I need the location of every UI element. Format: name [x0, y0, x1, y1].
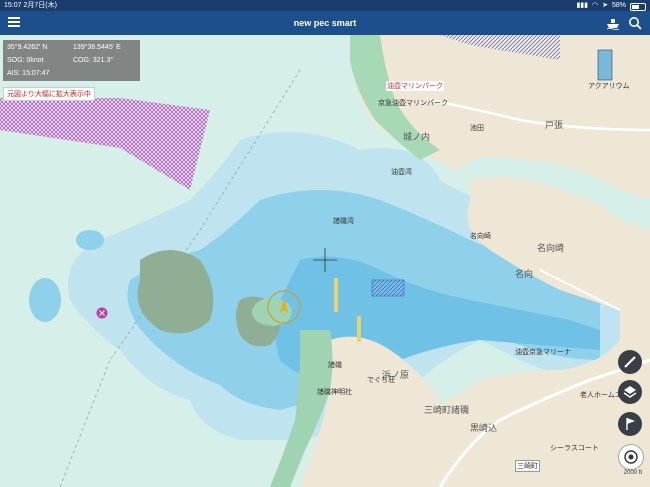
nav-bar: new pec smart — [0, 11, 650, 35]
marina-docks — [597, 49, 613, 81]
status-time: 15:07 — [4, 2, 22, 9]
place-label: 諸磯 — [328, 362, 342, 369]
search-button[interactable] — [628, 16, 642, 30]
place-label: 名向崎 — [537, 243, 565, 253]
battery-fill — [632, 4, 639, 9]
place-label: 諸磯湾 — [333, 218, 354, 225]
position-info-panel: 35°9.4262' N 139°36.5445' E SOG: 0knot C… — [3, 40, 140, 81]
place-label: 京急油壺マリンパーク — [378, 100, 448, 107]
nautical-map[interactable]: 油壺マリンパーク 京急油壺マリンパーク 城ノ内 戸張 油壺湾 諸磯湾 名向崎 名… — [0, 35, 650, 487]
waypoint-marker-icon — [96, 307, 108, 319]
status-bar: 15:07 2月7日(木) ▮▮▮ ◠ ➤ 58% — [0, 0, 650, 11]
flag-icon — [626, 418, 635, 430]
location-icon: ➤ — [602, 2, 608, 9]
place-label: シーラスコート — [550, 445, 599, 452]
search-icon — [629, 17, 642, 30]
layers-icon — [623, 386, 637, 398]
locate-button[interactable] — [618, 444, 644, 470]
pier-2 — [357, 316, 361, 342]
ais-time: AIS: 15:07:47 — [7, 70, 50, 77]
locate-icon — [624, 450, 638, 464]
wifi-icon: ◠ — [592, 2, 599, 9]
restricted-area-blue — [371, 279, 405, 297]
layers-button[interactable] — [618, 380, 642, 404]
place-label: 池田 — [470, 125, 484, 132]
status-right: ▮▮▮ ◠ ➤ 58% — [576, 0, 646, 11]
place-label: 三崎町 — [515, 460, 540, 472]
islet-w — [76, 230, 104, 250]
ruler-icon — [624, 356, 636, 368]
place-label: 三崎町諸磯 — [424, 405, 470, 415]
app-title: new pec smart — [293, 18, 357, 28]
place-label: 名向崎 — [470, 233, 491, 240]
status-date: 2月7日(木) — [23, 2, 57, 9]
sog-value: SOG: 0knot — [7, 57, 44, 64]
map-canvas[interactable] — [0, 35, 650, 487]
place-label: アクアリウム — [588, 83, 630, 90]
zoom-notice: 元図より大幅に拡大表示中 — [3, 87, 95, 101]
place-label: 油壺マリンパーク — [386, 81, 444, 91]
place-label: でぐち荘 — [367, 377, 396, 384]
pier-1 — [334, 278, 338, 312]
place-label: 油壺湾 — [391, 169, 412, 176]
place-label: 城ノ内 — [403, 132, 431, 142]
ruler-button[interactable] — [618, 350, 642, 374]
ship-button[interactable] — [606, 17, 620, 30]
status-time-date: 15:07 2月7日(木) — [4, 0, 57, 11]
islet-sw — [29, 278, 61, 322]
longitude-value: 139°36.5445' E — [73, 44, 121, 51]
battery-icon — [630, 2, 646, 11]
place-label: 戸張 — [545, 120, 564, 130]
waypoint-button[interactable] — [618, 412, 642, 436]
place-label: 名向 — [515, 269, 534, 279]
island-center — [252, 298, 292, 326]
cog-value: COG: 321.3° — [73, 57, 114, 64]
place-label: 諸磯神明社 — [317, 389, 352, 396]
signal-icon: ▮▮▮ — [576, 2, 588, 9]
place-label: 黒崎込 — [470, 423, 498, 433]
ship-icon — [606, 19, 620, 30]
battery-percent: 58% — [611, 2, 626, 9]
map-scale: 2000 ft — [623, 470, 642, 476]
place-label: 油壺京急マリーナ — [515, 349, 571, 356]
latitude-value: 35°9.4262' N — [7, 44, 48, 51]
